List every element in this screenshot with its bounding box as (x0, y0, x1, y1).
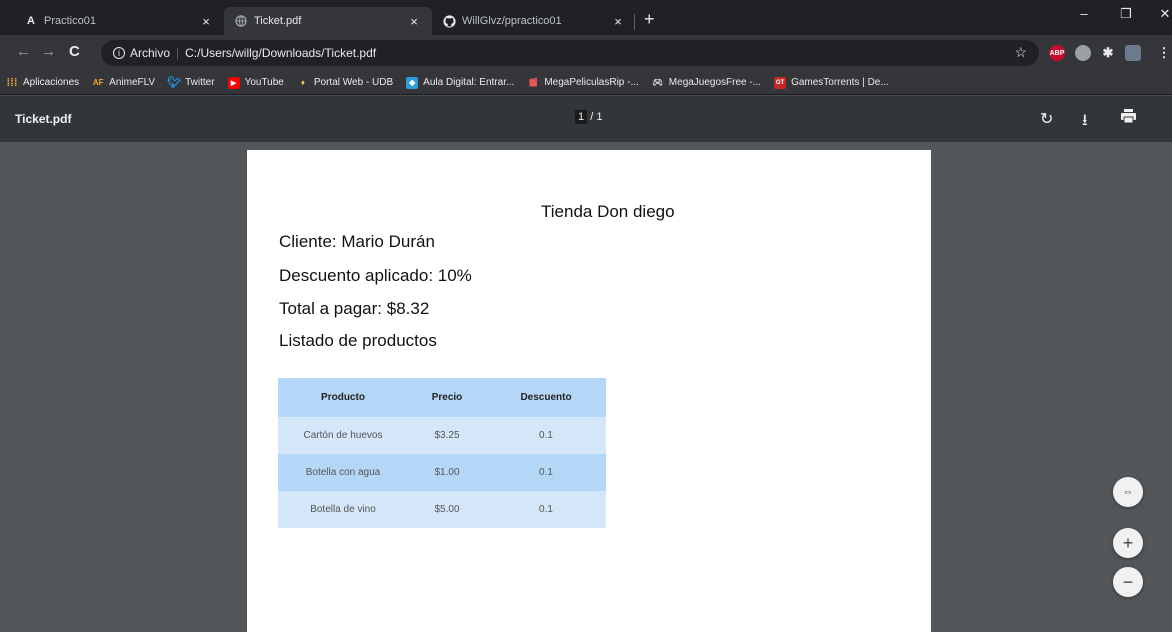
page-separator: / (590, 111, 594, 123)
bookmark-label: AnimeFLV (109, 77, 156, 88)
products-heading: Listado de productos (279, 331, 437, 350)
bookmark-label: MegaPeliculasRip -... (544, 77, 639, 88)
total-line: Total a pagar: $8.32 (279, 299, 430, 318)
forward-arrow-icon[interactable]: → (41, 43, 56, 60)
youtube-icon: ▶ (227, 76, 240, 89)
tab-practico01[interactable]: A Practico01 × (14, 7, 224, 35)
avatar[interactable] (1125, 45, 1141, 61)
pdf-viewport[interactable]: Tienda Don diego Cliente: Mario Durán De… (0, 142, 1172, 632)
bookmark-gamestorrents[interactable]: GT GamesTorrents | De... (774, 76, 889, 89)
cell-precio: $3.25 (408, 417, 486, 454)
cell-producto: Botella de vino (278, 491, 408, 528)
browser-toolbar: ← → C i Archivo | C:/Users/willg/Downloa… (0, 35, 1172, 71)
tab-github[interactable]: WillGlvz/ppractico01 × (432, 7, 636, 35)
bookmark-aula-digital[interactable]: ◆ Aula Digital: Entrar... (406, 76, 515, 89)
client-line: Cliente: Mario Durán (279, 232, 435, 251)
apps-grid-icon: ⁞⁞⁞ (6, 76, 18, 89)
zoom-out-button[interactable]: − (1113, 567, 1143, 597)
pdf-title: Ticket.pdf (15, 112, 72, 126)
cell-precio: $5.00 (408, 491, 486, 528)
download-icon[interactable]: ⭳ (1082, 109, 1088, 136)
tab-title: Practico01 (44, 15, 96, 27)
table-row: Cartón de huevos $3.25 0.1 (278, 417, 606, 454)
cell-precio: $1.00 (408, 454, 486, 491)
address-scheme-label: Archivo (130, 46, 171, 60)
github-icon (442, 14, 456, 28)
close-icon[interactable]: × (406, 14, 422, 29)
restore-button[interactable]: ❐ (1114, 6, 1138, 22)
cell-producto: Botella con agua (278, 454, 408, 491)
bookmark-label: Aplicaciones (23, 77, 80, 88)
minimize-button[interactable]: – (1072, 6, 1096, 21)
cell-producto: Cartón de huevos (278, 417, 408, 454)
tab-title: WillGlvz/ppractico01 (462, 15, 562, 27)
window-close-button[interactable]: ✕ (1153, 6, 1172, 22)
address-divider: | (176, 46, 180, 60)
products-table: Producto Precio Descuento Cartón de huev… (278, 378, 606, 528)
tab-divider (634, 14, 635, 30)
cell-descuento: 0.1 (486, 454, 606, 491)
close-icon[interactable]: × (198, 14, 214, 29)
tab-ticket-pdf[interactable]: Ticket.pdf × (224, 7, 432, 35)
puzzle-icon[interactable]: ✱ (1100, 45, 1116, 61)
store-name: Tienda Don diego (541, 202, 675, 221)
table-header-row: Producto Precio Descuento (278, 378, 606, 417)
extension-circle-icon[interactable] (1075, 45, 1091, 61)
current-page-input[interactable]: 1 (575, 110, 588, 124)
animeflv-icon: AF (92, 78, 104, 87)
bookmark-animeflv[interactable]: AF AnimeFLV (92, 77, 155, 89)
practico-favicon-icon: A (27, 15, 35, 27)
close-icon[interactable]: × (610, 14, 626, 29)
bookmark-label: Portal Web - UDB (313, 77, 394, 88)
address-url[interactable]: C:/Users/willg/Downloads/Ticket.pdf (185, 46, 376, 60)
fit-page-button[interactable]: ⇔ (1113, 477, 1143, 507)
table-row: Botella de vino $5.00 0.1 (278, 491, 606, 528)
bookmark-label: Twitter (185, 77, 215, 88)
bookmark-twitter[interactable]: 🐦︎ Twitter (167, 77, 215, 89)
column-header-producto: Producto (278, 378, 408, 417)
globe-icon (234, 14, 248, 28)
gamepad-icon: 🎮︎ (652, 78, 663, 87)
bookmark-label: Aula Digital: Entrar... (423, 77, 515, 88)
bookmark-label: GamesTorrents | De... (791, 77, 889, 88)
bookmark-udb[interactable]: ♦ Portal Web - UDB (297, 77, 393, 89)
address-bar[interactable]: i Archivo | C:/Users/willg/Downloads/Tic… (101, 40, 1039, 66)
cell-descuento: 0.1 (486, 417, 606, 454)
pdf-toolbar: Ticket.pdf 1 / 1 ↻ ⭳ (0, 96, 1172, 142)
total-pages: 1 (596, 111, 603, 123)
gt-icon: GT (774, 76, 787, 89)
udb-icon: ♦ (300, 78, 305, 87)
bookmark-megapeliculas[interactable]: 🎬︎ MegaPeliculasRip -... (527, 77, 639, 89)
print-icon[interactable] (1121, 109, 1136, 128)
column-header-descuento: Descuento (486, 378, 606, 417)
back-arrow-icon[interactable]: ← (16, 43, 31, 60)
info-icon[interactable]: i (113, 47, 125, 59)
more-menu-icon[interactable]: ⋮ (1156, 45, 1172, 61)
clapper-icon: 🎬︎ (528, 78, 539, 87)
star-icon[interactable]: ☆ (1014, 44, 1027, 61)
page-indicator: 1 / 1 (575, 110, 603, 124)
tab-title: Ticket.pdf (254, 15, 302, 27)
discount-line: Descuento aplicado: 10% (279, 266, 472, 285)
tab-strip: A Practico01 × Ticket.pdf × WillGlvz/ppr… (0, 0, 1172, 35)
bookmark-youtube[interactable]: ▶ YouTube (227, 76, 284, 89)
column-header-precio: Precio (408, 378, 486, 417)
table-row: Botella con agua $1.00 0.1 (278, 454, 606, 491)
bookmark-megajuegos[interactable]: 🎮︎ MegaJuegosFree -... (652, 77, 761, 89)
twitter-icon: 🐦︎ (167, 77, 182, 89)
zoom-in-button[interactable]: + (1113, 528, 1143, 558)
reload-icon[interactable]: C (69, 43, 80, 60)
aula-icon: ◆ (406, 76, 419, 89)
bookmark-aplicaciones[interactable]: ⁞⁞⁞ Aplicaciones (6, 76, 80, 89)
bookmark-label: MegaJuegosFree -... (668, 77, 762, 88)
cell-descuento: 0.1 (486, 491, 606, 528)
rotate-icon[interactable]: ↻ (1040, 109, 1053, 129)
adblock-plus-icon[interactable]: ABP (1049, 45, 1065, 61)
new-tab-button[interactable]: + (644, 9, 655, 30)
pdf-page: Tienda Don diego Cliente: Mario Durán De… (247, 150, 931, 632)
bookmarks-bar: ⁞⁞⁞ Aplicaciones AF AnimeFLV 🐦︎ Twitter … (0, 71, 1172, 95)
bookmark-label: YouTube (244, 77, 284, 88)
